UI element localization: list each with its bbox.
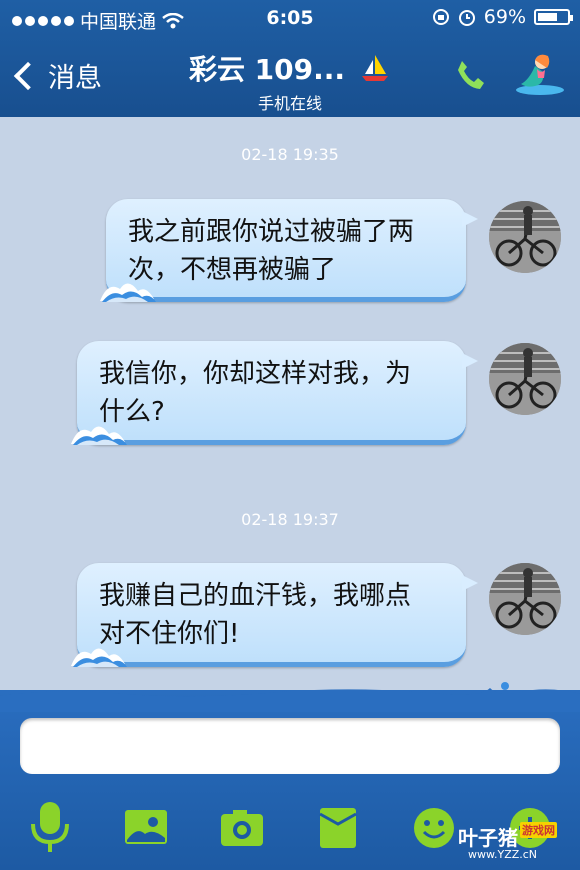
avatar-image [489, 343, 561, 415]
bubble-tail [462, 211, 478, 227]
avatar-image [489, 201, 561, 273]
folder-icon [319, 808, 357, 848]
message-line: 我信你，你却这样对我，为 [99, 359, 412, 389]
message-line: 次，不想再被骗了 [128, 255, 337, 285]
chat-area[interactable]: 02-18 19:35 我之前跟你说过被骗了两 次，不想再被骗了 我信你，你却这… [0, 117, 580, 697]
message-line: 我之前跟你说过被骗了两 [128, 217, 415, 247]
timestamp: 02-18 19:35 [241, 145, 339, 164]
camera-icon [221, 810, 263, 846]
photo-button[interactable] [120, 802, 172, 854]
contact-name: 彩云 109... [188, 53, 346, 86]
folder-button[interactable] [312, 802, 364, 854]
battery-fill [538, 13, 558, 21]
status-right: 69% [432, 6, 573, 28]
message-input[interactable] [20, 718, 560, 774]
online-status: 手机在线 [257, 94, 322, 113]
footer-wave-decoration [0, 682, 580, 712]
back-button[interactable]: 消息 [12, 56, 102, 95]
mermaid-icon[interactable] [515, 50, 565, 96]
message-line: 对不住你们! [99, 619, 240, 649]
conversation-header[interactable]: 彩云 109... 手机在线 [150, 48, 430, 114]
message-bubble[interactable]: 我之前跟你说过被骗了两 次，不想再被骗了 [100, 199, 478, 302]
battery-percent: 69% [483, 6, 526, 28]
wave-decoration-icon [71, 426, 127, 445]
bubble-tail [462, 575, 478, 591]
wave-decoration-icon [71, 648, 127, 667]
message-bubble[interactable]: 我信你，你却这样对我，为 什么? [71, 341, 478, 445]
rotation-lock-icon [432, 9, 449, 25]
microphone-icon [31, 802, 69, 852]
camera-button[interactable] [216, 802, 268, 854]
back-label: 消息 [48, 63, 102, 94]
watermark-brand: 叶子猪 [458, 826, 518, 850]
alarm-icon [458, 10, 475, 26]
photo-icon [125, 810, 167, 844]
bubble-tail [462, 353, 478, 369]
status-bar: 中国联通 6:05 69% [0, 0, 580, 36]
emoji-icon [414, 808, 454, 848]
sailboat-icon [362, 55, 389, 81]
timestamp: 02-18 19:37 [241, 510, 339, 529]
avatar[interactable] [489, 563, 561, 635]
microphone-button[interactable] [24, 802, 76, 854]
battery-icon [534, 9, 573, 25]
watermark-url: www.YZZ.cN [468, 848, 538, 861]
wave-decoration-icon [100, 283, 156, 302]
message-line: 什么? [99, 397, 165, 427]
message-bubble[interactable]: 我赚自己的血汗钱，我哪点 对不住你们! [71, 563, 478, 667]
message-line: 我赚自己的血汗钱，我哪点 [99, 581, 412, 611]
watermark-tag: 游戏网 [520, 822, 557, 838]
avatar[interactable] [489, 343, 561, 415]
emoji-button[interactable] [408, 802, 460, 854]
avatar-image [489, 563, 561, 635]
avatar[interactable] [489, 201, 561, 273]
contact-title-row: 彩云 109... [189, 48, 391, 88]
top-bar: 中国联通 6:05 69% 消息 彩云 109... 手机在线 [0, 0, 580, 117]
watermark: 叶子猪 游戏网 www.YZZ.cN [458, 822, 557, 861]
chevron-left-icon [13, 61, 43, 90]
phone-icon[interactable] [454, 58, 486, 92]
